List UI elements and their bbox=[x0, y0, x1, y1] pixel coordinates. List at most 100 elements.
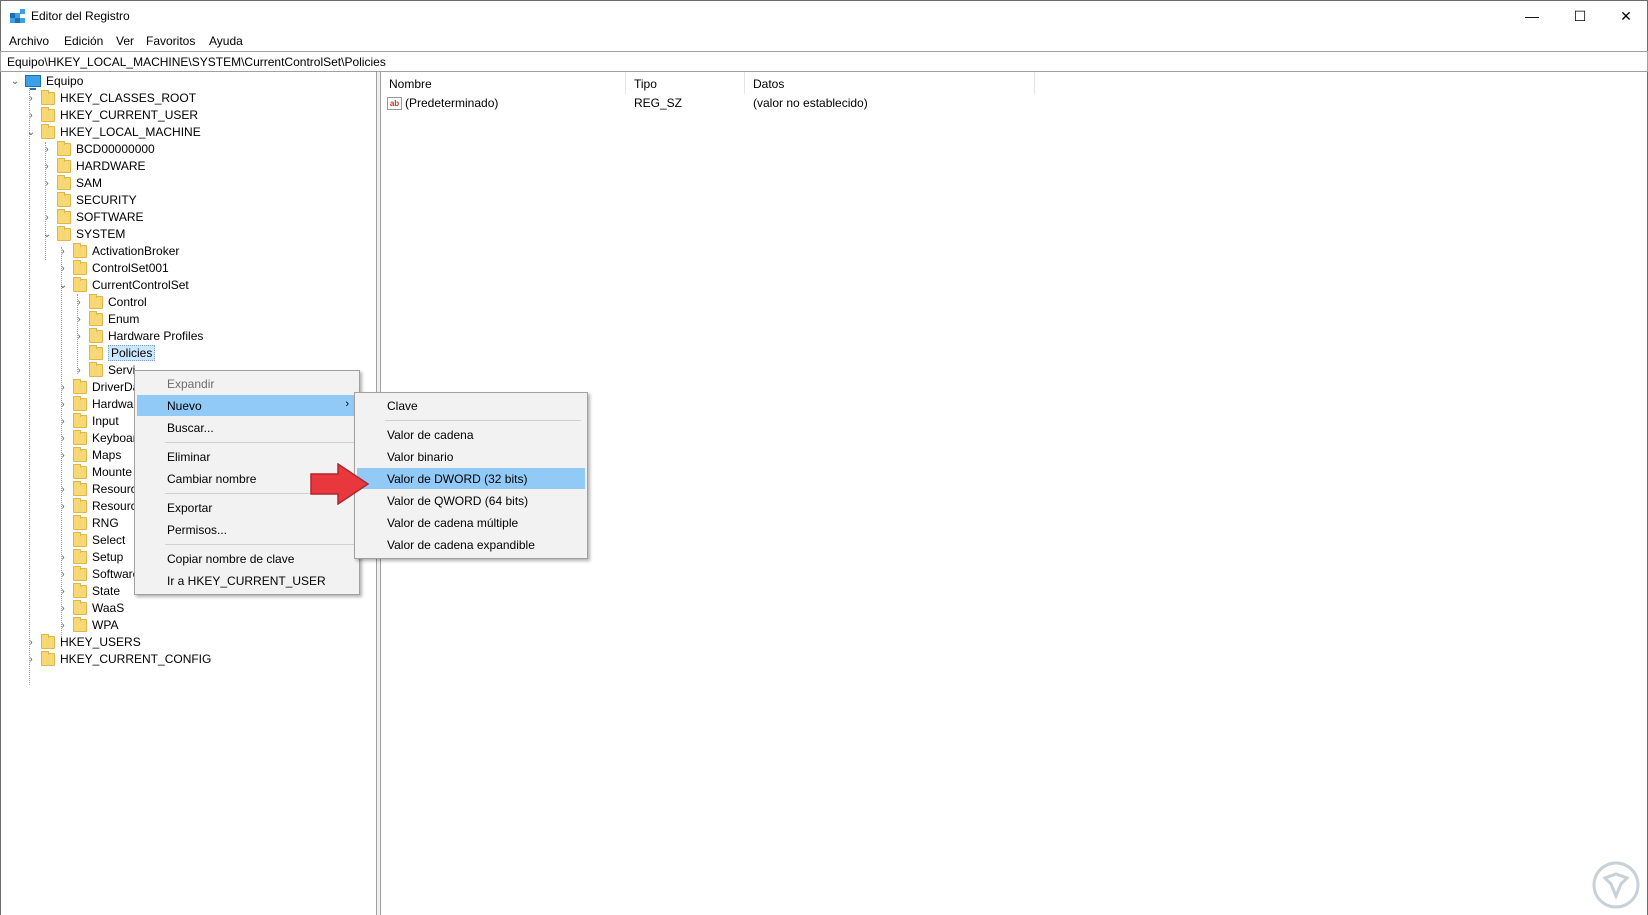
tree-item[interactable]: › Servi bbox=[73, 361, 135, 379]
menu-item-valor-cadena-expandible[interactable]: Valor de cadena expandible bbox=[357, 534, 585, 555]
red-arrow-icon bbox=[310, 463, 370, 505]
tree-item[interactable]: ⌄ SYSTEM bbox=[41, 225, 125, 243]
tree-item-equipo[interactable]: ⌄ Equipo bbox=[9, 72, 83, 90]
chevron-right-icon[interactable]: › bbox=[41, 160, 53, 172]
chevron-down-icon[interactable]: ⌄ bbox=[57, 279, 69, 291]
tree-item[interactable]: › State bbox=[57, 582, 120, 600]
chevron-right-icon[interactable]: › bbox=[41, 177, 53, 189]
tree-item[interactable]: › HKEY_USERS bbox=[25, 633, 141, 651]
chevron-right-icon[interactable]: › bbox=[57, 398, 69, 410]
tree-item[interactable]: › SAM bbox=[41, 174, 102, 192]
chevron-right-icon[interactable]: › bbox=[57, 245, 69, 257]
tree-item[interactable]: › Input bbox=[57, 412, 119, 430]
chevron-right-icon[interactable]: › bbox=[57, 483, 69, 495]
chevron-right-icon[interactable]: › bbox=[57, 568, 69, 580]
tree-item[interactable]: › Hardware Profiles bbox=[73, 327, 203, 345]
chevron-right-icon[interactable]: › bbox=[73, 330, 85, 342]
tree-item[interactable]: › WPA bbox=[57, 616, 118, 634]
tree-item[interactable]: › Enum bbox=[73, 310, 139, 328]
menu-item-copiar-nombre-clave[interactable]: Copiar nombre de clave bbox=[137, 548, 357, 569]
tree-item-policies[interactable]: Policies bbox=[73, 344, 156, 362]
tree-item[interactable]: › Control bbox=[73, 293, 147, 311]
menu-item-valor-cadena-multiple[interactable]: Valor de cadena múltiple bbox=[357, 512, 585, 533]
tree-item[interactable]: › Setup bbox=[57, 548, 123, 566]
chevron-right-icon[interactable]: › bbox=[57, 262, 69, 274]
chevron-right-icon[interactable]: › bbox=[25, 109, 37, 121]
tree-item[interactable]: › SOFTWARE bbox=[41, 208, 144, 226]
tree-item[interactable]: › Keyboar bbox=[57, 429, 137, 447]
list-item[interactable]: ab (Predeterminado) bbox=[387, 94, 498, 112]
maximize-button[interactable]: ☐ bbox=[1557, 1, 1603, 31]
chevron-down-icon[interactable]: ⌄ bbox=[9, 75, 21, 87]
tree-item[interactable]: RNG bbox=[57, 514, 119, 532]
chevron-right-icon[interactable]: › bbox=[25, 636, 37, 648]
tree-item[interactable]: › Maps bbox=[57, 446, 121, 464]
tree-item[interactable]: › HARDWARE bbox=[41, 157, 146, 175]
menu-item-clave[interactable]: Clave bbox=[357, 395, 585, 416]
chevron-right-icon[interactable]: › bbox=[73, 313, 85, 325]
chevron-right-icon[interactable]: › bbox=[73, 296, 85, 308]
menu-item-valor-binario[interactable]: Valor binario bbox=[357, 446, 585, 467]
folder-icon bbox=[57, 225, 71, 241]
chevron-right-icon[interactable]: › bbox=[41, 211, 53, 223]
column-header-nombre[interactable]: Nombre bbox=[381, 72, 626, 94]
chevron-right-icon[interactable]: › bbox=[41, 143, 53, 155]
chevron-right-icon[interactable]: › bbox=[57, 585, 69, 597]
menu-item-buscar[interactable]: Buscar... bbox=[137, 417, 357, 438]
column-header-datos[interactable]: Datos bbox=[745, 72, 1035, 94]
chevron-right-icon[interactable]: › bbox=[25, 653, 37, 665]
column-header-tipo[interactable]: Tipo bbox=[626, 72, 745, 94]
address-bar[interactable]: Equipo\HKEY_LOCAL_MACHINE\SYSTEM\Current… bbox=[0, 51, 1648, 72]
menu-item-valor-qword[interactable]: Valor de QWORD (64 bits) bbox=[357, 490, 585, 511]
tree-item[interactable]: › DriverDa bbox=[57, 378, 139, 396]
menu-item-permisos[interactable]: Permisos... bbox=[137, 519, 357, 540]
registry-editor-icon bbox=[10, 9, 25, 23]
tree-item[interactable]: Mounte bbox=[57, 463, 132, 481]
chevron-right-icon[interactable]: › bbox=[57, 415, 69, 427]
tree-item-label: HKEY_CURRENT_USER bbox=[60, 108, 199, 122]
chevron-right-icon[interactable]: › bbox=[57, 500, 69, 512]
menu-item-ir-a-hkcu[interactable]: Ir a HKEY_CURRENT_USER bbox=[137, 570, 357, 591]
tree-item[interactable]: › Software bbox=[57, 565, 139, 583]
chevron-right-icon[interactable]: › bbox=[57, 381, 69, 393]
tree-item[interactable]: › HKEY_CURRENT_CONFIG bbox=[25, 650, 211, 668]
tree-item[interactable]: › HKEY_CURRENT_USER bbox=[25, 106, 198, 124]
chevron-right-icon[interactable]: › bbox=[57, 432, 69, 444]
chevron-right-icon[interactable]: › bbox=[57, 551, 69, 563]
chevron-right-icon[interactable]: › bbox=[57, 619, 69, 631]
tree-item[interactable]: Select bbox=[57, 531, 125, 549]
chevron-down-icon[interactable]: ⌄ bbox=[41, 228, 53, 240]
chevron-right-icon[interactable]: › bbox=[25, 92, 37, 104]
tree-item[interactable]: › Resourc bbox=[57, 480, 137, 498]
tree-item[interactable]: SECURITY bbox=[41, 191, 137, 209]
chevron-down-icon[interactable]: ⌄ bbox=[25, 126, 37, 138]
menu-item-valor-dword[interactable]: Valor de DWORD (32 bits) bbox=[357, 468, 585, 489]
tree-item[interactable]: ⌄ HKEY_LOCAL_MACHINE bbox=[25, 123, 201, 141]
chevron-right-icon[interactable]: › bbox=[57, 602, 69, 614]
menu-archivo[interactable]: Archivo bbox=[9, 34, 49, 48]
tree-item-label: Input bbox=[92, 414, 119, 428]
menu-item-valor-cadena[interactable]: Valor de cadena bbox=[357, 424, 585, 445]
chevron-right-icon[interactable]: › bbox=[73, 364, 85, 376]
folder-icon bbox=[89, 310, 103, 326]
tree-item[interactable]: › Hardwar bbox=[57, 395, 137, 413]
chevron-right-icon[interactable]: › bbox=[57, 449, 69, 461]
tree-item[interactable]: › BCD00000000 bbox=[41, 140, 155, 158]
tree-item[interactable]: › Resourc bbox=[57, 497, 137, 515]
close-button[interactable]: ✕ bbox=[1603, 1, 1648, 31]
menu-ver[interactable]: Ver bbox=[116, 34, 134, 48]
tree-item[interactable]: › ActivationBroker bbox=[57, 242, 179, 260]
tree-item[interactable]: › ControlSet001 bbox=[57, 259, 169, 277]
folder-icon bbox=[73, 429, 87, 445]
minimize-button[interactable]: — bbox=[1509, 1, 1555, 31]
menu-item-nuevo[interactable]: Nuevo › bbox=[137, 395, 357, 416]
tree-item[interactable]: › WaaS bbox=[57, 599, 124, 617]
menu-item-expandir[interactable]: Expandir bbox=[137, 373, 357, 394]
tree-item[interactable]: ⌄ CurrentControlSet bbox=[57, 276, 189, 294]
menu-favoritos[interactable]: Favoritos bbox=[146, 34, 195, 48]
tree-item[interactable]: › HKEY_CLASSES_ROOT bbox=[25, 89, 196, 107]
menu-edicion[interactable]: Edición bbox=[64, 34, 103, 48]
menu-ayuda[interactable]: Ayuda bbox=[209, 34, 243, 48]
tree-item-label: SAM bbox=[76, 176, 103, 190]
